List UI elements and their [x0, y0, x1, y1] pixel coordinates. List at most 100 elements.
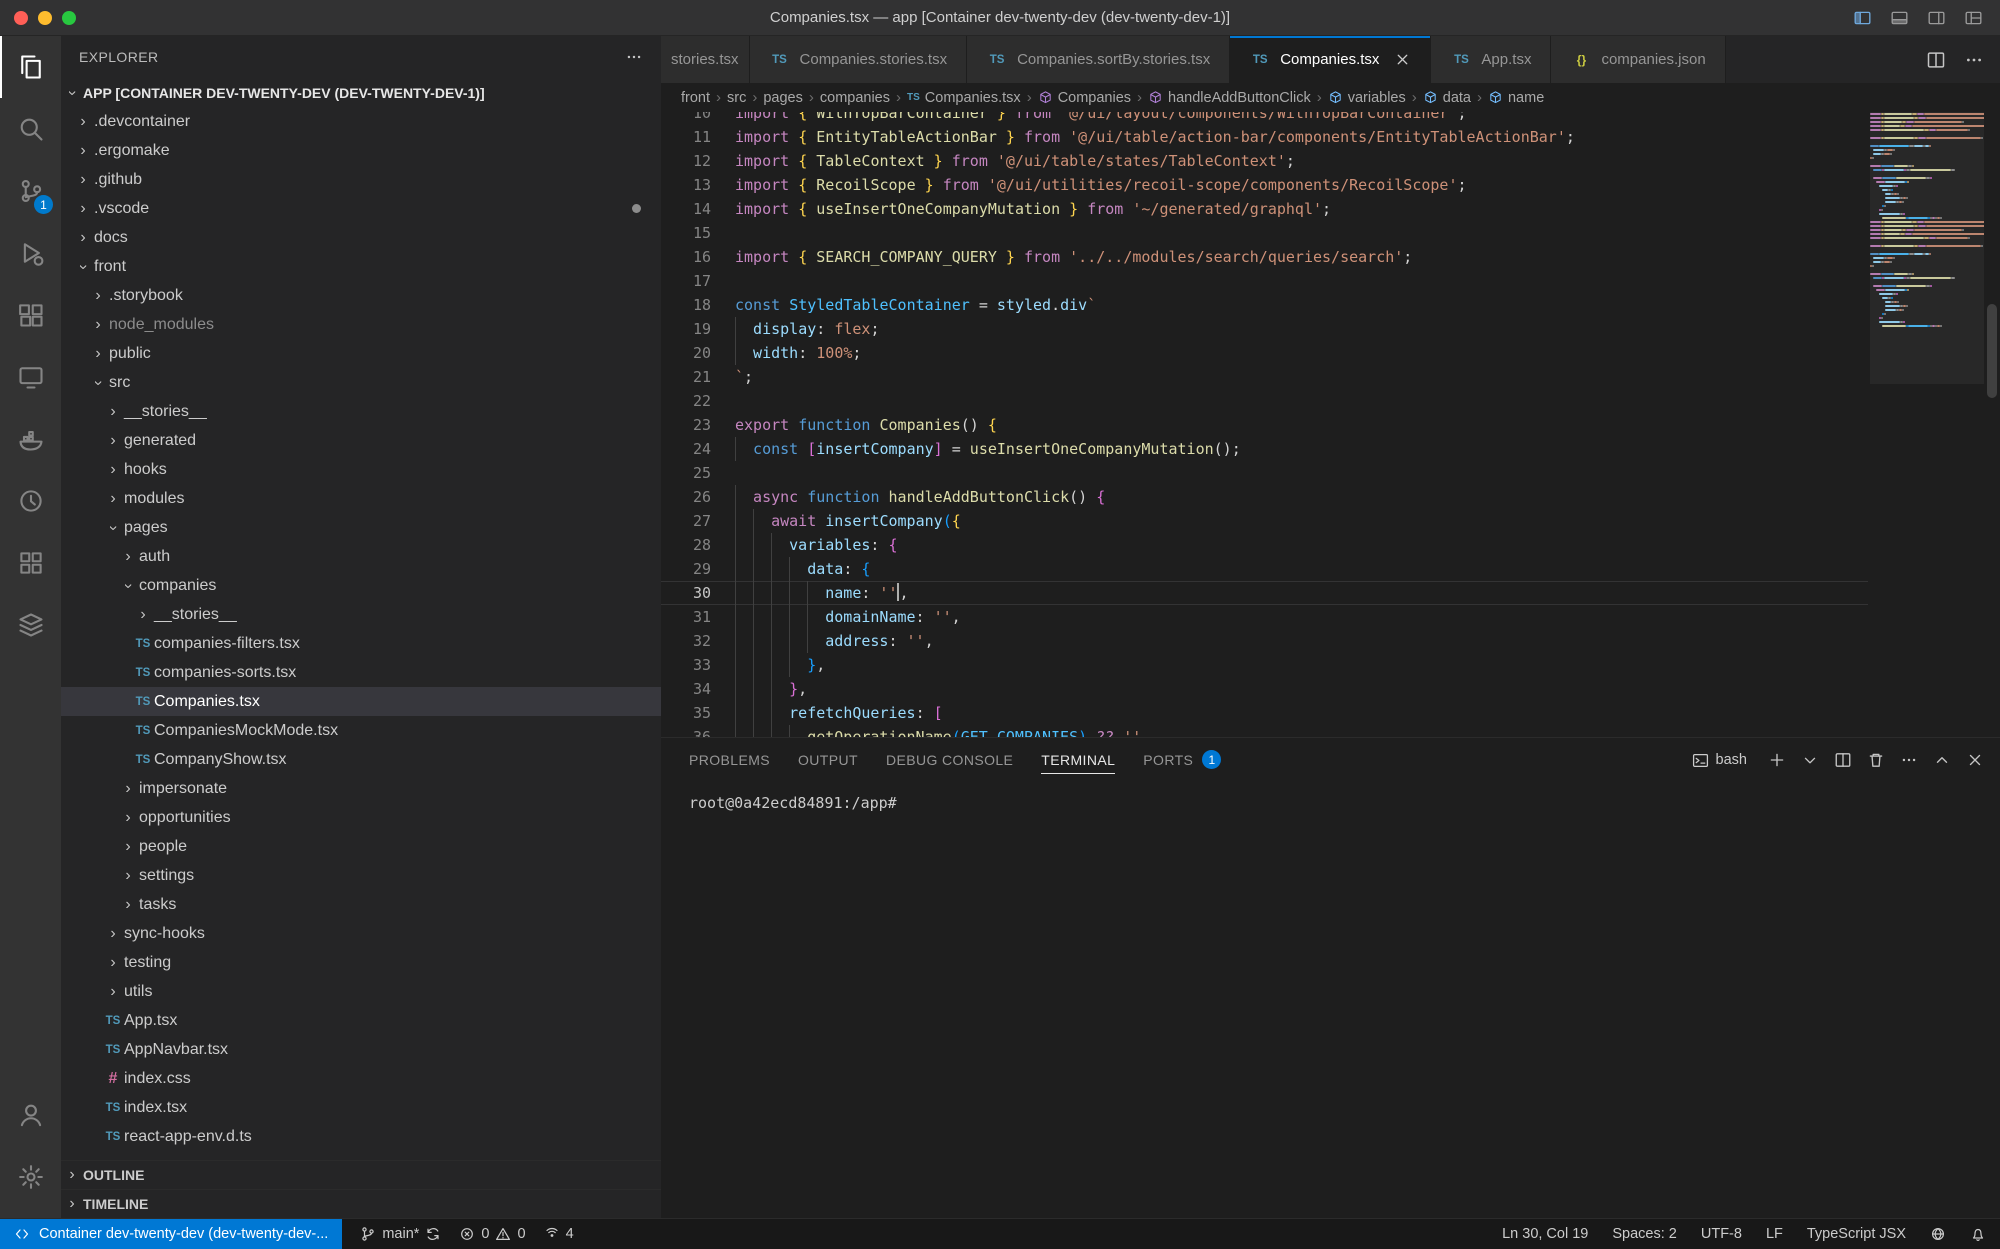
breadcrumb-data[interactable]: data	[1423, 90, 1471, 106]
tree-item-utils[interactable]: ›utils	[61, 977, 661, 1006]
tab-stories-tsx[interactable]: stories.tsx	[661, 36, 750, 83]
terminal[interactable]: root@0a42ecd84891:/app#	[661, 782, 2000, 1218]
activity-source-control[interactable]: 1	[0, 160, 61, 222]
tree-item-modules[interactable]: ›modules	[61, 484, 661, 513]
more-actions-icon[interactable]	[1964, 50, 1984, 70]
status-encoding[interactable]: UTF-8	[1701, 1226, 1742, 1242]
code-editor[interactable]: 10import { WithTopBarContainer } from '@…	[661, 112, 2000, 737]
code-line-27[interactable]: 27await insertCompany({	[661, 509, 1868, 533]
panel-tab-output[interactable]: OUTPUT	[798, 747, 858, 774]
code-area[interactable]: 10import { WithTopBarContainer } from '@…	[661, 112, 1868, 737]
tree-item-settings[interactable]: ›settings	[61, 861, 661, 890]
panel-tab-problems[interactable]: PROBLEMS	[689, 747, 770, 774]
tree-item-front[interactable]: ›front	[61, 252, 661, 281]
tree-item-app-tsx[interactable]: TSApp.tsx	[61, 1006, 661, 1035]
status-problems[interactable]: 0 0	[459, 1226, 525, 1242]
tree-item-companies-tsx[interactable]: TSCompanies.tsx	[61, 687, 661, 716]
panel-tab-terminal[interactable]: TERMINAL	[1041, 747, 1115, 774]
code-line-36[interactable]: 36getOperationName(GET_COMPANIES) ?? '',	[661, 725, 1868, 737]
status-cursor-position[interactable]: Ln 30, Col 19	[1502, 1226, 1588, 1242]
breadcrumb-front[interactable]: front	[681, 90, 710, 106]
new-terminal-icon[interactable]	[1768, 751, 1786, 769]
more-actions-icon[interactable]	[1900, 751, 1918, 769]
breadcrumb-pages[interactable]: pages	[763, 90, 803, 106]
layout-sidebar-right-icon[interactable]	[1926, 9, 1947, 27]
activity-files[interactable]	[0, 36, 61, 98]
status-language[interactable]: TypeScript JSX	[1807, 1226, 1906, 1242]
breadcrumb-companies[interactable]: companies	[820, 90, 890, 106]
code-line-25[interactable]: 25	[661, 461, 1868, 485]
breadcrumb-name[interactable]: name	[1488, 90, 1544, 106]
breadcrumb-companies-tsx[interactable]: TSCompanies.tsx	[907, 90, 1021, 106]
breadcrumb-variables[interactable]: variables	[1328, 90, 1406, 106]
tree-item-stories[interactable]: ›__stories__	[61, 397, 661, 426]
zoom-window-button[interactable]	[62, 11, 76, 25]
minimize-window-button[interactable]	[38, 11, 52, 25]
tree-item-opportunities[interactable]: ›opportunities	[61, 803, 661, 832]
chevron-down-icon[interactable]	[1801, 751, 1819, 769]
code-line-15[interactable]: 15	[661, 221, 1868, 245]
timeline-section-header[interactable]: › TIMELINE	[61, 1189, 661, 1218]
tree-item-node-modules[interactable]: ›node_modules	[61, 310, 661, 339]
code-line-12[interactable]: 12import { TableContext } from '@/ui/tab…	[661, 149, 1868, 173]
code-line-10[interactable]: 10import { WithTopBarContainer } from '@…	[661, 112, 1868, 125]
activity-search[interactable]	[0, 98, 61, 160]
tab-app-tsx[interactable]: TSApp.tsx	[1431, 36, 1551, 83]
activity-extensions[interactable]	[0, 284, 61, 346]
activity-grid[interactable]	[0, 532, 61, 594]
code-line-32[interactable]: 32address: '',	[661, 629, 1868, 653]
layout-customize-icon[interactable]	[1963, 9, 1984, 27]
tree-item-testing[interactable]: ›testing	[61, 948, 661, 977]
code-line-26[interactable]: 26async function handleAddButtonClick() …	[661, 485, 1868, 509]
code-line-29[interactable]: 29data: {	[661, 557, 1868, 581]
code-line-11[interactable]: 11import { EntityTableActionBar } from '…	[661, 125, 1868, 149]
tree-item-people[interactable]: ›people	[61, 832, 661, 861]
code-line-21[interactable]: 21`;	[661, 365, 1868, 389]
activity-remote-explorer[interactable]	[0, 346, 61, 408]
close-window-button[interactable]	[14, 11, 28, 25]
panel-tab-ports[interactable]: PORTS1	[1143, 745, 1221, 775]
editor-scrollbar[interactable]	[1987, 304, 1997, 398]
activity-docker[interactable]	[0, 408, 61, 470]
tree-item-index-css[interactable]: #index.css	[61, 1064, 661, 1093]
explorer-more-button[interactable]	[625, 48, 643, 66]
tree-item-companyshow-tsx[interactable]: TSCompanyShow.tsx	[61, 745, 661, 774]
workspace-section-header[interactable]: › APP [CONTAINER DEV-TWENTY-DEV (DEV-TWE…	[61, 78, 661, 107]
activity-clock[interactable]	[0, 470, 61, 532]
code-line-20[interactable]: 20width: 100%;	[661, 341, 1868, 365]
status-indentation[interactable]: Spaces: 2	[1612, 1226, 1677, 1242]
breadcrumb-src[interactable]: src	[727, 90, 746, 106]
code-line-16[interactable]: 16import { SEARCH_COMPANY_QUERY } from '…	[661, 245, 1868, 269]
tree-item-companies-filters-tsx[interactable]: TScompanies-filters.tsx	[61, 629, 661, 658]
minimap[interactable]	[1870, 112, 1984, 737]
tree-item-src[interactable]: ›src	[61, 368, 661, 397]
split-editor-icon[interactable]	[1926, 50, 1946, 70]
tab-companies-stories-tsx[interactable]: TSCompanies.stories.tsx	[750, 36, 968, 83]
tree-item-devcontainer[interactable]: ›.devcontainer	[61, 107, 661, 136]
outline-section-header[interactable]: › OUTLINE	[61, 1160, 661, 1189]
tree-item-companiesmockmode-tsx[interactable]: TSCompaniesMockMode.tsx	[61, 716, 661, 745]
activity-layers[interactable]	[0, 594, 61, 656]
layout-panel-icon[interactable]	[1889, 9, 1910, 27]
tree-item-github[interactable]: ›.github	[61, 165, 661, 194]
status-ports[interactable]: 4	[544, 1226, 574, 1242]
activity-run-debug[interactable]	[0, 222, 61, 284]
remote-indicator[interactable]: Container dev-twenty-dev (dev-twenty-dev…	[0, 1219, 342, 1249]
tree-item-companies[interactable]: ›companies	[61, 571, 661, 600]
code-line-24[interactable]: 24const [insertCompany] = useInsertOneCo…	[661, 437, 1868, 461]
panel-tab-debug-console[interactable]: DEBUG CONSOLE	[886, 747, 1013, 774]
code-line-23[interactable]: 23export function Companies() {	[661, 413, 1868, 437]
status-globe[interactable]	[1930, 1226, 1946, 1242]
close-tab-button[interactable]	[1394, 51, 1411, 68]
code-line-31[interactable]: 31domainName: '',	[661, 605, 1868, 629]
tree-item-index-tsx[interactable]: TSindex.tsx	[61, 1093, 661, 1122]
code-line-35[interactable]: 35refetchQueries: [	[661, 701, 1868, 725]
tree-item-hooks[interactable]: ›hooks	[61, 455, 661, 484]
tree-item-vscode[interactable]: ›.vscode	[61, 194, 661, 223]
tree-item-ergomake[interactable]: ›.ergomake	[61, 136, 661, 165]
tree-item-react-app-env-d-ts[interactable]: TSreact-app-env.d.ts	[61, 1122, 661, 1151]
tree-item-stories[interactable]: ›__stories__	[61, 600, 661, 629]
status-eol[interactable]: LF	[1766, 1226, 1783, 1242]
code-line-17[interactable]: 17	[661, 269, 1868, 293]
status-branch[interactable]: main*	[360, 1226, 441, 1242]
